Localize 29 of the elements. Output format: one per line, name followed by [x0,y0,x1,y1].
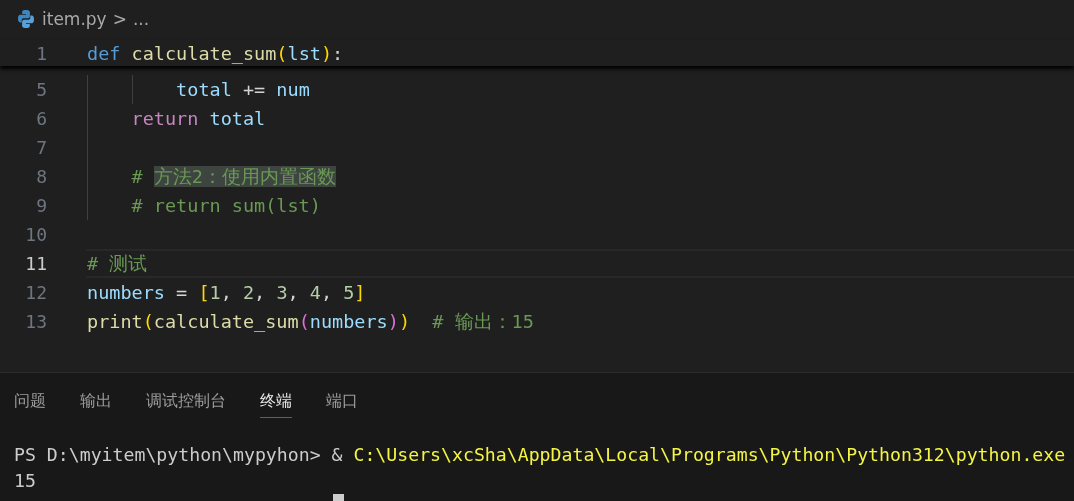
line-number: 5 [35,79,47,100]
line-number: 1 [35,42,47,64]
code-line: # 方法2：使用内置函数 [130,165,336,189]
line-number: 8 [35,166,47,187]
terminal-line: 15 [14,469,37,493]
breadcrumb-separator: > [112,9,127,29]
panel-tab[interactable]: 调试控制台 [146,384,226,418]
terminal-line: PS D:\myitem\python\mypyhon> & C:\Users\xcSha\AppData\Local\Programs\Python\Python312\python.exe [14,443,1067,467]
line-number: 9 [35,195,47,216]
panel-tab[interactable]: 端口 [326,384,358,418]
line-number: 13 [24,311,47,332]
code-line: # return sum(lst) [130,195,321,216]
code-line: return total [130,108,266,129]
breadcrumb-file[interactable]: item.py [42,9,107,29]
code-line: numbers = [1, 2, 3, 4, 5] [87,282,366,303]
python-file-icon [16,9,36,29]
panel-tab[interactable]: 终端 [260,384,292,418]
code-line: total += num [175,79,310,100]
line-number: 7 [35,137,47,158]
code-line: def calculate_sum(lst): [87,42,344,64]
line-number: 11 [24,253,47,274]
line-number: 6 [35,108,47,129]
code-line: # 测试 [87,252,148,276]
code-line: print(calculate_sum(numbers)) # 输出：15 [87,310,534,334]
panel-tab[interactable]: 问题 [14,384,46,418]
line-number: 12 [24,282,47,303]
line-number: 10 [24,224,47,245]
breadcrumb-more[interactable]: ... [132,9,150,29]
panel-tab[interactable]: 输出 [80,384,112,418]
